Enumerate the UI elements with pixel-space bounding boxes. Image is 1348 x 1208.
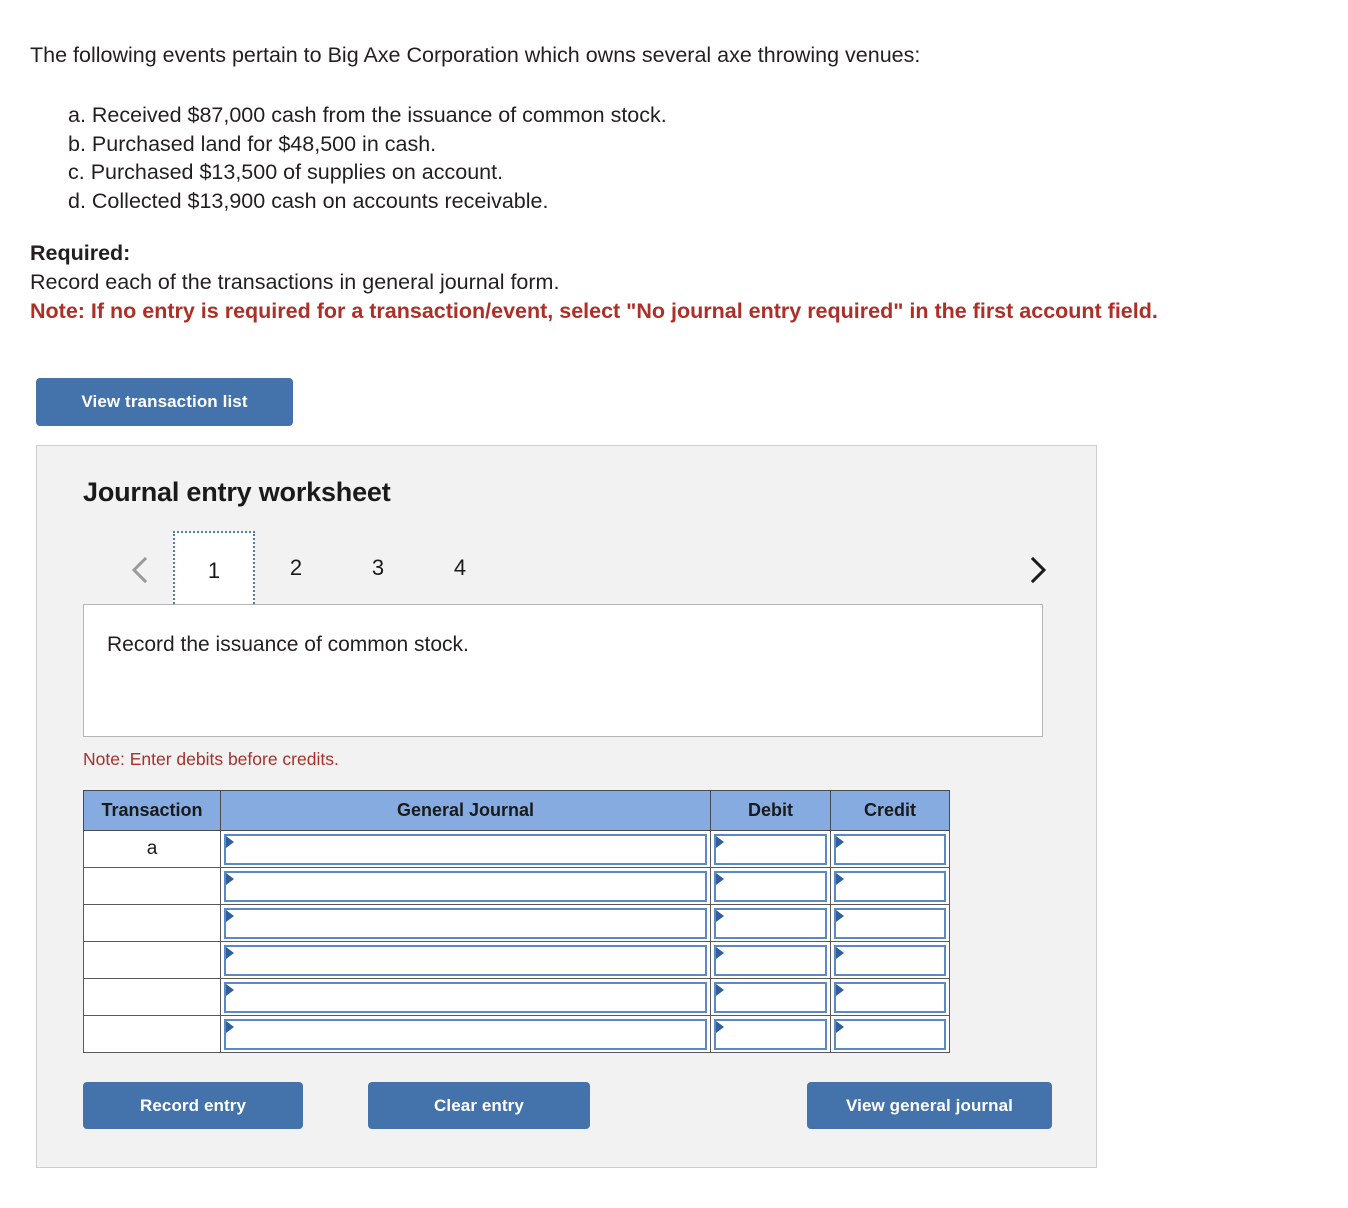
account-select-field[interactable]: [224, 1018, 707, 1050]
debit-input-2[interactable]: [710, 867, 831, 905]
credit-input-6[interactable]: [830, 1015, 950, 1053]
credit-amount-field[interactable]: [834, 907, 946, 939]
transaction-label-cell: [83, 978, 221, 1016]
table-header-row: Transaction General Journal Debit Credit: [83, 790, 950, 831]
account-select-field[interactable]: [224, 870, 707, 902]
pager-tab-3[interactable]: 3: [337, 531, 419, 605]
debit-amount-field[interactable]: [714, 1018, 827, 1050]
debit-amount-field[interactable]: [714, 833, 827, 865]
credit-input-4[interactable]: [830, 941, 950, 979]
account-select-field[interactable]: [224, 907, 707, 939]
credit-amount-field[interactable]: [834, 944, 946, 976]
debit-input-1[interactable]: [710, 830, 831, 868]
credit-amount-field[interactable]: [834, 981, 946, 1013]
view-general-journal-button[interactable]: View general journal: [807, 1082, 1052, 1129]
view-transaction-list-button[interactable]: View transaction list: [36, 378, 293, 426]
required-note: Note: If no entry is required for a tran…: [30, 299, 1158, 323]
problem-intro: The following events pertain to Big Axe …: [30, 43, 921, 67]
chevron-right-icon: [1028, 555, 1048, 585]
event-item-b: b. Purchased land for $48,500 in cash.: [68, 131, 437, 156]
table-row: [83, 904, 950, 942]
column-header-general-journal: General Journal: [220, 790, 711, 831]
pager-prev-button[interactable]: [125, 553, 155, 587]
required-label: Required:: [30, 241, 131, 265]
clear-entry-button[interactable]: Clear entry: [368, 1082, 590, 1129]
general-journal-account-input-6[interactable]: [220, 1015, 711, 1053]
debit-amount-field[interactable]: [714, 907, 827, 939]
journal-entry-table: Transaction General Journal Debit Credit…: [83, 790, 950, 1053]
event-list: a. Received $87,000 cash from the issuan…: [68, 101, 667, 215]
transaction-label-cell: a: [83, 830, 221, 868]
table-row: [83, 941, 950, 979]
transaction-label-cell: [83, 904, 221, 942]
transaction-description-box: Record the issuance of common stock.: [83, 604, 1043, 737]
general-journal-account-input-1[interactable]: [220, 830, 711, 868]
record-entry-button[interactable]: Record entry: [83, 1082, 303, 1129]
column-header-debit: Debit: [710, 790, 831, 831]
account-select-field[interactable]: [224, 833, 707, 865]
transaction-description-text: Record the issuance of common stock.: [107, 633, 469, 656]
general-journal-account-input-4[interactable]: [220, 941, 711, 979]
credit-amount-field[interactable]: [834, 833, 946, 865]
chevron-left-icon: [130, 555, 150, 585]
credit-input-2[interactable]: [830, 867, 950, 905]
required-text: Record each of the transactions in gener…: [30, 270, 560, 294]
table-row: [83, 1015, 950, 1053]
debit-amount-field[interactable]: [714, 981, 827, 1013]
transaction-label-cell: [83, 941, 221, 979]
credit-input-5[interactable]: [830, 978, 950, 1016]
problem-page: The following events pertain to Big Axe …: [0, 0, 1348, 1208]
event-item-a: a. Received $87,000 cash from the issuan…: [68, 103, 667, 127]
credit-input-3[interactable]: [830, 904, 950, 942]
pager-tab-list: 1 2 3 4: [173, 531, 501, 608]
general-journal-account-input-5[interactable]: [220, 978, 711, 1016]
transaction-label-cell: [83, 867, 221, 905]
general-journal-account-input-2[interactable]: [220, 867, 711, 905]
worksheet-pager: 1 2 3 4: [83, 531, 1053, 608]
debits-before-credits-note: Note: Enter debits before credits.: [83, 749, 339, 769]
credit-amount-field[interactable]: [834, 1018, 946, 1050]
event-item-d: d. Collected $13,900 cash on accounts re…: [68, 188, 549, 213]
debit-amount-field[interactable]: [714, 870, 827, 902]
journal-entry-worksheet-panel: Journal entry worksheet 1 2 3 4 Record t…: [36, 445, 1097, 1168]
worksheet-title: Journal entry worksheet: [83, 477, 391, 507]
pager-tab-2[interactable]: 2: [255, 531, 337, 605]
transaction-label-cell: [83, 1015, 221, 1053]
table-row: [83, 978, 950, 1016]
column-header-credit: Credit: [830, 790, 950, 831]
debit-amount-field[interactable]: [714, 944, 827, 976]
account-select-field[interactable]: [224, 981, 707, 1013]
event-item-c: c. Purchased $13,500 of supplies on acco…: [68, 160, 504, 185]
general-journal-account-input-3[interactable]: [220, 904, 711, 942]
credit-amount-field[interactable]: [834, 870, 946, 902]
pager-tab-4[interactable]: 4: [419, 531, 501, 605]
debit-input-5[interactable]: [710, 978, 831, 1016]
required-block: Required: Record each of the transaction…: [30, 239, 1158, 326]
credit-input-1[interactable]: [830, 830, 950, 868]
account-select-field[interactable]: [224, 944, 707, 976]
pager-tab-1[interactable]: 1: [173, 531, 255, 608]
debit-input-3[interactable]: [710, 904, 831, 942]
table-row: [83, 867, 950, 905]
table-row: a: [83, 830, 950, 868]
pager-next-button[interactable]: [1023, 553, 1053, 587]
debit-input-4[interactable]: [710, 941, 831, 979]
debit-input-6[interactable]: [710, 1015, 831, 1053]
column-header-transaction: Transaction: [83, 790, 221, 831]
